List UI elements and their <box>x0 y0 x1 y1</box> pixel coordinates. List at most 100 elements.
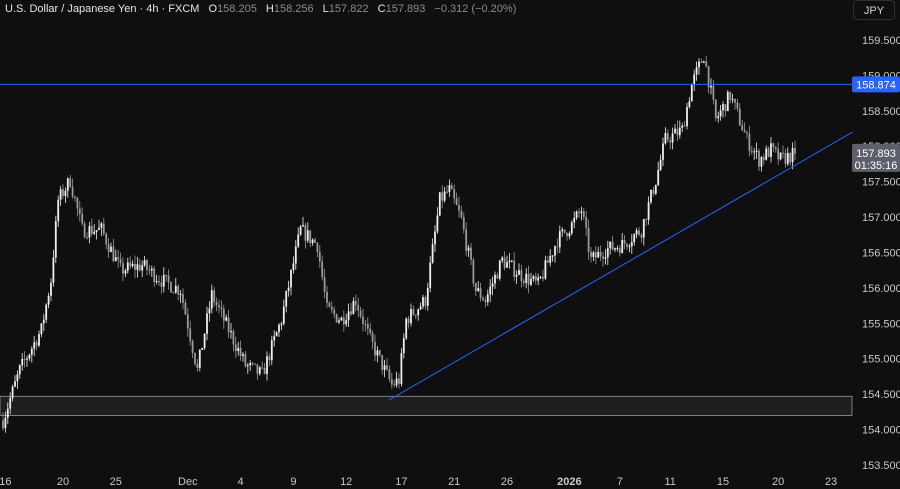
candle-body <box>189 328 192 342</box>
candle-body <box>772 143 775 148</box>
candle-body <box>114 257 117 262</box>
bar-countdown-label: 01:35:16 <box>855 160 898 172</box>
candle-body <box>573 217 576 223</box>
candle-body <box>83 223 86 238</box>
candle-body <box>419 306 422 310</box>
candle-body <box>640 234 643 238</box>
candle-body <box>275 332 278 337</box>
candle-body <box>143 260 146 266</box>
candle-body <box>525 273 528 283</box>
candle-body <box>172 292 175 294</box>
candle-body <box>28 354 31 359</box>
candle-body <box>477 288 480 292</box>
candle-body <box>750 151 753 153</box>
candle-body <box>194 353 196 364</box>
candle-body <box>765 148 768 160</box>
x-tick-label: 9 <box>290 476 296 488</box>
candle-body <box>546 260 549 263</box>
candle-body <box>563 229 566 233</box>
candle-body <box>174 285 177 293</box>
candle-body <box>453 189 456 199</box>
candle-body <box>201 347 204 350</box>
candle-body <box>16 374 19 382</box>
candle-body <box>458 205 460 211</box>
candle-body <box>138 264 141 271</box>
candle-body <box>597 251 600 258</box>
candle-body <box>177 285 180 295</box>
candle-body <box>590 251 592 257</box>
candle-body <box>714 99 717 119</box>
candle-body <box>654 184 657 194</box>
y-tick-label: 157.500 <box>862 177 900 189</box>
candle-body <box>472 259 475 284</box>
candle-body <box>393 384 396 386</box>
candle-body <box>580 211 583 213</box>
candle-body <box>376 350 379 356</box>
candle-body <box>767 148 770 157</box>
candle-body <box>30 348 33 355</box>
candle-body <box>88 226 91 238</box>
candle-body <box>568 233 571 237</box>
candle-body <box>489 286 492 295</box>
x-tick-label: 17 <box>395 476 407 488</box>
candle-body <box>9 398 12 409</box>
candle-body <box>263 368 266 375</box>
candle-body <box>582 211 585 218</box>
candle-body <box>71 186 74 197</box>
y-tick-label: 155.000 <box>862 354 900 366</box>
candle-body <box>710 85 712 88</box>
candle-body <box>405 318 408 339</box>
candle-body <box>441 192 444 201</box>
candle-body <box>618 248 621 254</box>
candle-body <box>522 281 525 283</box>
candle-body <box>669 140 672 143</box>
candle-body <box>621 240 624 254</box>
candle-body <box>374 341 376 356</box>
candle-body <box>734 98 736 103</box>
candle-body <box>232 331 235 345</box>
candle-body <box>729 91 732 100</box>
candle-body <box>249 362 252 366</box>
x-tick-label: 23 <box>825 476 837 488</box>
candle-body <box>616 248 619 250</box>
candle-body <box>789 152 792 163</box>
candle-body <box>628 246 631 248</box>
candle-body <box>119 259 122 264</box>
candle-body <box>702 61 705 63</box>
candle-body <box>467 247 470 251</box>
candle-body <box>786 152 789 164</box>
candle-body <box>359 310 362 317</box>
candle-body <box>294 246 297 264</box>
candle-body <box>148 269 151 271</box>
candle-body <box>371 332 374 342</box>
candle-body <box>717 116 720 119</box>
candle-body <box>278 324 280 333</box>
candle-body <box>179 294 182 296</box>
price-chart[interactable]: 159.500159.000158.500158.000157.500157.0… <box>0 0 900 489</box>
candle-body <box>386 365 388 370</box>
candle-body <box>107 244 110 252</box>
candle-body <box>182 294 184 303</box>
candle-body <box>549 256 552 263</box>
candle-body <box>146 260 148 270</box>
candle-body <box>23 358 26 360</box>
candle-body <box>59 189 62 200</box>
candle-body <box>760 157 763 167</box>
trendline <box>389 131 853 401</box>
candle-body <box>117 257 120 260</box>
x-tick-label: 4 <box>238 476 244 488</box>
candle-body <box>155 281 158 283</box>
candle-body <box>494 274 496 284</box>
candle-body <box>743 130 746 133</box>
candle-body <box>388 369 391 380</box>
candle-body <box>234 344 237 352</box>
candle-body <box>470 247 472 260</box>
x-tick-label: 21 <box>448 476 460 488</box>
candle-body <box>402 338 405 354</box>
candle-body <box>539 276 542 278</box>
candle-body <box>410 308 412 324</box>
y-tick-label: 154.500 <box>862 389 900 401</box>
candle-body <box>18 365 21 375</box>
candle-body <box>482 298 484 301</box>
candle-body <box>167 275 170 283</box>
